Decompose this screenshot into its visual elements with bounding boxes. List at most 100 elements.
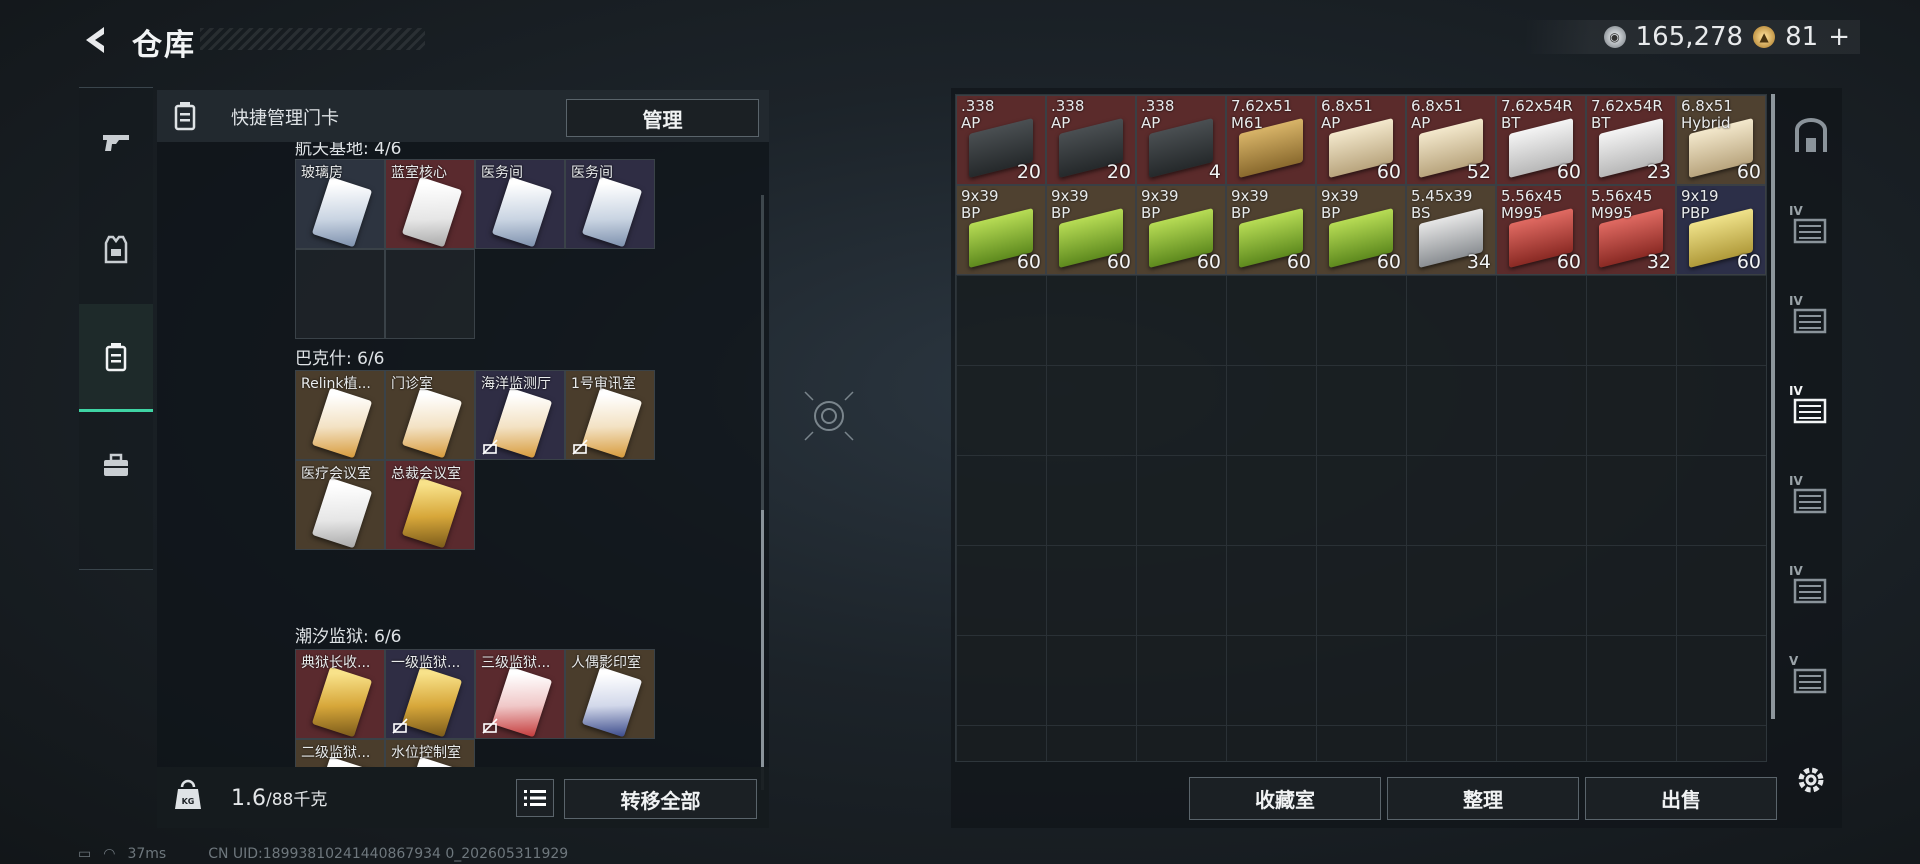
gold-coin-icon: ▲ [1753, 26, 1776, 48]
ammo-item[interactable]: 5.56x45 M995 32 [1586, 185, 1676, 275]
keycard-slot[interactable]: 二级监狱... [295, 739, 385, 767]
svg-text:KG: KG [182, 797, 195, 806]
tab-stash-page[interactable]: IV [1783, 290, 1839, 346]
ammo-item[interactable]: 9x39 BP 60 [1226, 185, 1316, 275]
keycard-slot[interactable]: 玻璃房 [295, 159, 385, 249]
add-currency-button[interactable]: + [1828, 22, 1850, 52]
ammo-item[interactable]: .338 AP 20 [956, 95, 1046, 185]
tab-stash-page[interactable]: IV [1783, 380, 1839, 436]
ammo-item[interactable]: 5.45x39 BS 34 [1406, 185, 1496, 275]
keycard-slot[interactable]: 一级监狱... [385, 649, 475, 739]
tab-weapons[interactable] [79, 88, 153, 196]
keycard-slot[interactable]: 1号审讯室 [565, 370, 655, 460]
sell-button[interactable]: 出售 [1585, 777, 1777, 820]
tab-stash-overview[interactable] [1783, 108, 1839, 164]
ammo-name: 7.62x54R BT [1591, 97, 1663, 132]
ammo-count: 60 [1556, 251, 1581, 273]
keycard-label: 一级监狱... [391, 655, 461, 671]
keycard-slot[interactable]: 医务间 [475, 159, 565, 249]
silver-balance: 165,278 [1635, 22, 1744, 52]
ammo-item[interactable]: .338 AP 20 [1046, 95, 1136, 185]
settings-button[interactable] [1783, 752, 1839, 808]
empty-keycard-slot[interactable] [295, 249, 385, 339]
weight-max: /88千克 [266, 790, 328, 810]
stash-page-level: V [1789, 654, 1799, 668]
back-icon[interactable] [78, 22, 114, 58]
stash-grid[interactable]: .338 AP 20 .338 AP 20 .338 AP 4 7.62x51 M61 6.8… [955, 94, 1767, 762]
sort-button[interactable]: 整理 [1387, 777, 1579, 820]
keycard-label: 蓝室核心 [391, 165, 447, 181]
ammo-item[interactable]: 6.8x51 AP 52 [1406, 95, 1496, 185]
tab-supplies[interactable] [79, 412, 153, 520]
tab-gear[interactable] [79, 196, 153, 304]
keycard-icon [491, 176, 553, 248]
gear-icon [1798, 767, 1824, 793]
ammo-count: 60 [1106, 251, 1131, 273]
keycard-slot[interactable]: 海洋监测厅 [475, 370, 565, 460]
keycard-list[interactable]: 航天基地: 4/6 玻璃房 蓝室核心 医务间 医务间 巴克什: 6/6 Relink植… [157, 142, 769, 767]
ammo-count: 52 [1466, 161, 1491, 183]
keycard-label: 医务间 [481, 165, 523, 181]
group-title-bakesh: 巴克什: 6/6 [295, 349, 385, 369]
ammo-item[interactable]: 9x39 BP 60 [1316, 185, 1406, 275]
ammo-item[interactable]: 9x19 PBP 60 [1676, 185, 1766, 275]
tab-stash-page[interactable]: IV [1783, 470, 1839, 526]
keycard-label: 海洋监测厅 [481, 376, 551, 392]
ammo-item[interactable]: 7.62x51 M61 [1226, 95, 1316, 185]
ammo-item[interactable]: 9x39 BP 60 [1046, 185, 1136, 275]
keycard-label: 1号审讯室 [571, 376, 636, 392]
ammo-name: 5.56x45 M995 [1591, 187, 1653, 222]
list-view-button[interactable] [516, 779, 554, 817]
keycard-slot[interactable]: 水位控制室 [385, 739, 475, 767]
ammo-count: 60 [1736, 161, 1761, 183]
tab-stash-page[interactable]: IV [1783, 560, 1839, 616]
no-transfer-icon [572, 439, 588, 455]
tab-stash-page[interactable]: IV [1783, 200, 1839, 256]
transfer-all-button[interactable]: 转移全部 [564, 779, 757, 819]
keycard-slot[interactable]: 蓝室核心 [385, 159, 475, 249]
keycard-slot[interactable]: 医务间 [565, 159, 655, 249]
weight-icon: KG [175, 779, 201, 809]
ammo-item[interactable]: 9x39 BP 60 [956, 185, 1046, 275]
ammo-item[interactable]: 6.8x51 Hybrid 60 [1676, 95, 1766, 185]
keycard-slot[interactable]: Relink植... [295, 370, 385, 460]
ammo-name: .338 AP [1051, 97, 1085, 132]
ping-readout: 37ms [127, 846, 167, 862]
keycard-slot[interactable]: 门诊室 [385, 370, 475, 460]
ammo-item[interactable]: 7.62x54R BT 60 [1496, 95, 1586, 185]
keycard-slot[interactable]: 典狱长收... [295, 649, 385, 739]
tab-stash-page[interactable]: V [1783, 650, 1839, 706]
ammo-item[interactable]: .338 AP 4 [1136, 95, 1226, 185]
favorites-room-button[interactable]: 收藏室 [1189, 777, 1381, 820]
keycard-label: 二级监狱... [301, 745, 371, 761]
stash-page-level: IV [1789, 564, 1803, 578]
keycard-slot[interactable]: 总裁会议室 [385, 460, 475, 550]
stash-page-level: IV [1789, 474, 1803, 488]
keycard-label: 水位控制室 [391, 745, 461, 761]
ammo-name: 6.8x51 AP [1321, 97, 1373, 132]
ammo-name: 9x39 BP [1051, 187, 1089, 222]
empty-keycard-slot[interactable] [385, 249, 475, 339]
ammo-item[interactable]: 9x39 BP 60 [1136, 185, 1226, 275]
keycard-slot[interactable]: 三级监狱... [475, 649, 565, 739]
keycard-icon [581, 666, 643, 738]
ammo-item[interactable]: 7.62x54R BT 23 [1586, 95, 1676, 185]
reticle-icon [804, 391, 854, 441]
manage-button[interactable]: 管理 [566, 99, 759, 137]
tab-keycards[interactable] [79, 304, 153, 412]
group-title-tide-prison: 潮汐监狱: 6/6 [295, 627, 402, 647]
ammo-count: 20 [1016, 161, 1041, 183]
ammo-item[interactable]: 5.56x45 M995 60 [1496, 185, 1586, 275]
keycard-icon [401, 666, 463, 738]
stash-page-level: IV [1789, 204, 1803, 218]
keycard-label: 三级监狱... [481, 655, 551, 671]
stash-scrollbar[interactable] [1771, 94, 1775, 719]
keycard-list-scroll-thumb[interactable] [761, 510, 764, 790]
ammo-name: 9x39 BP [961, 187, 999, 222]
keycard-slot[interactable]: 人偶影印室 [565, 649, 655, 739]
ammo-item[interactable]: 6.8x51 AP 60 [1316, 95, 1406, 185]
keycard-label: 人偶影印室 [571, 655, 641, 671]
keycard-slot[interactable]: 医疗会议室 [295, 460, 385, 550]
battery-icon: ▭ [78, 846, 92, 862]
ammo-name: 7.62x51 M61 [1231, 97, 1293, 132]
